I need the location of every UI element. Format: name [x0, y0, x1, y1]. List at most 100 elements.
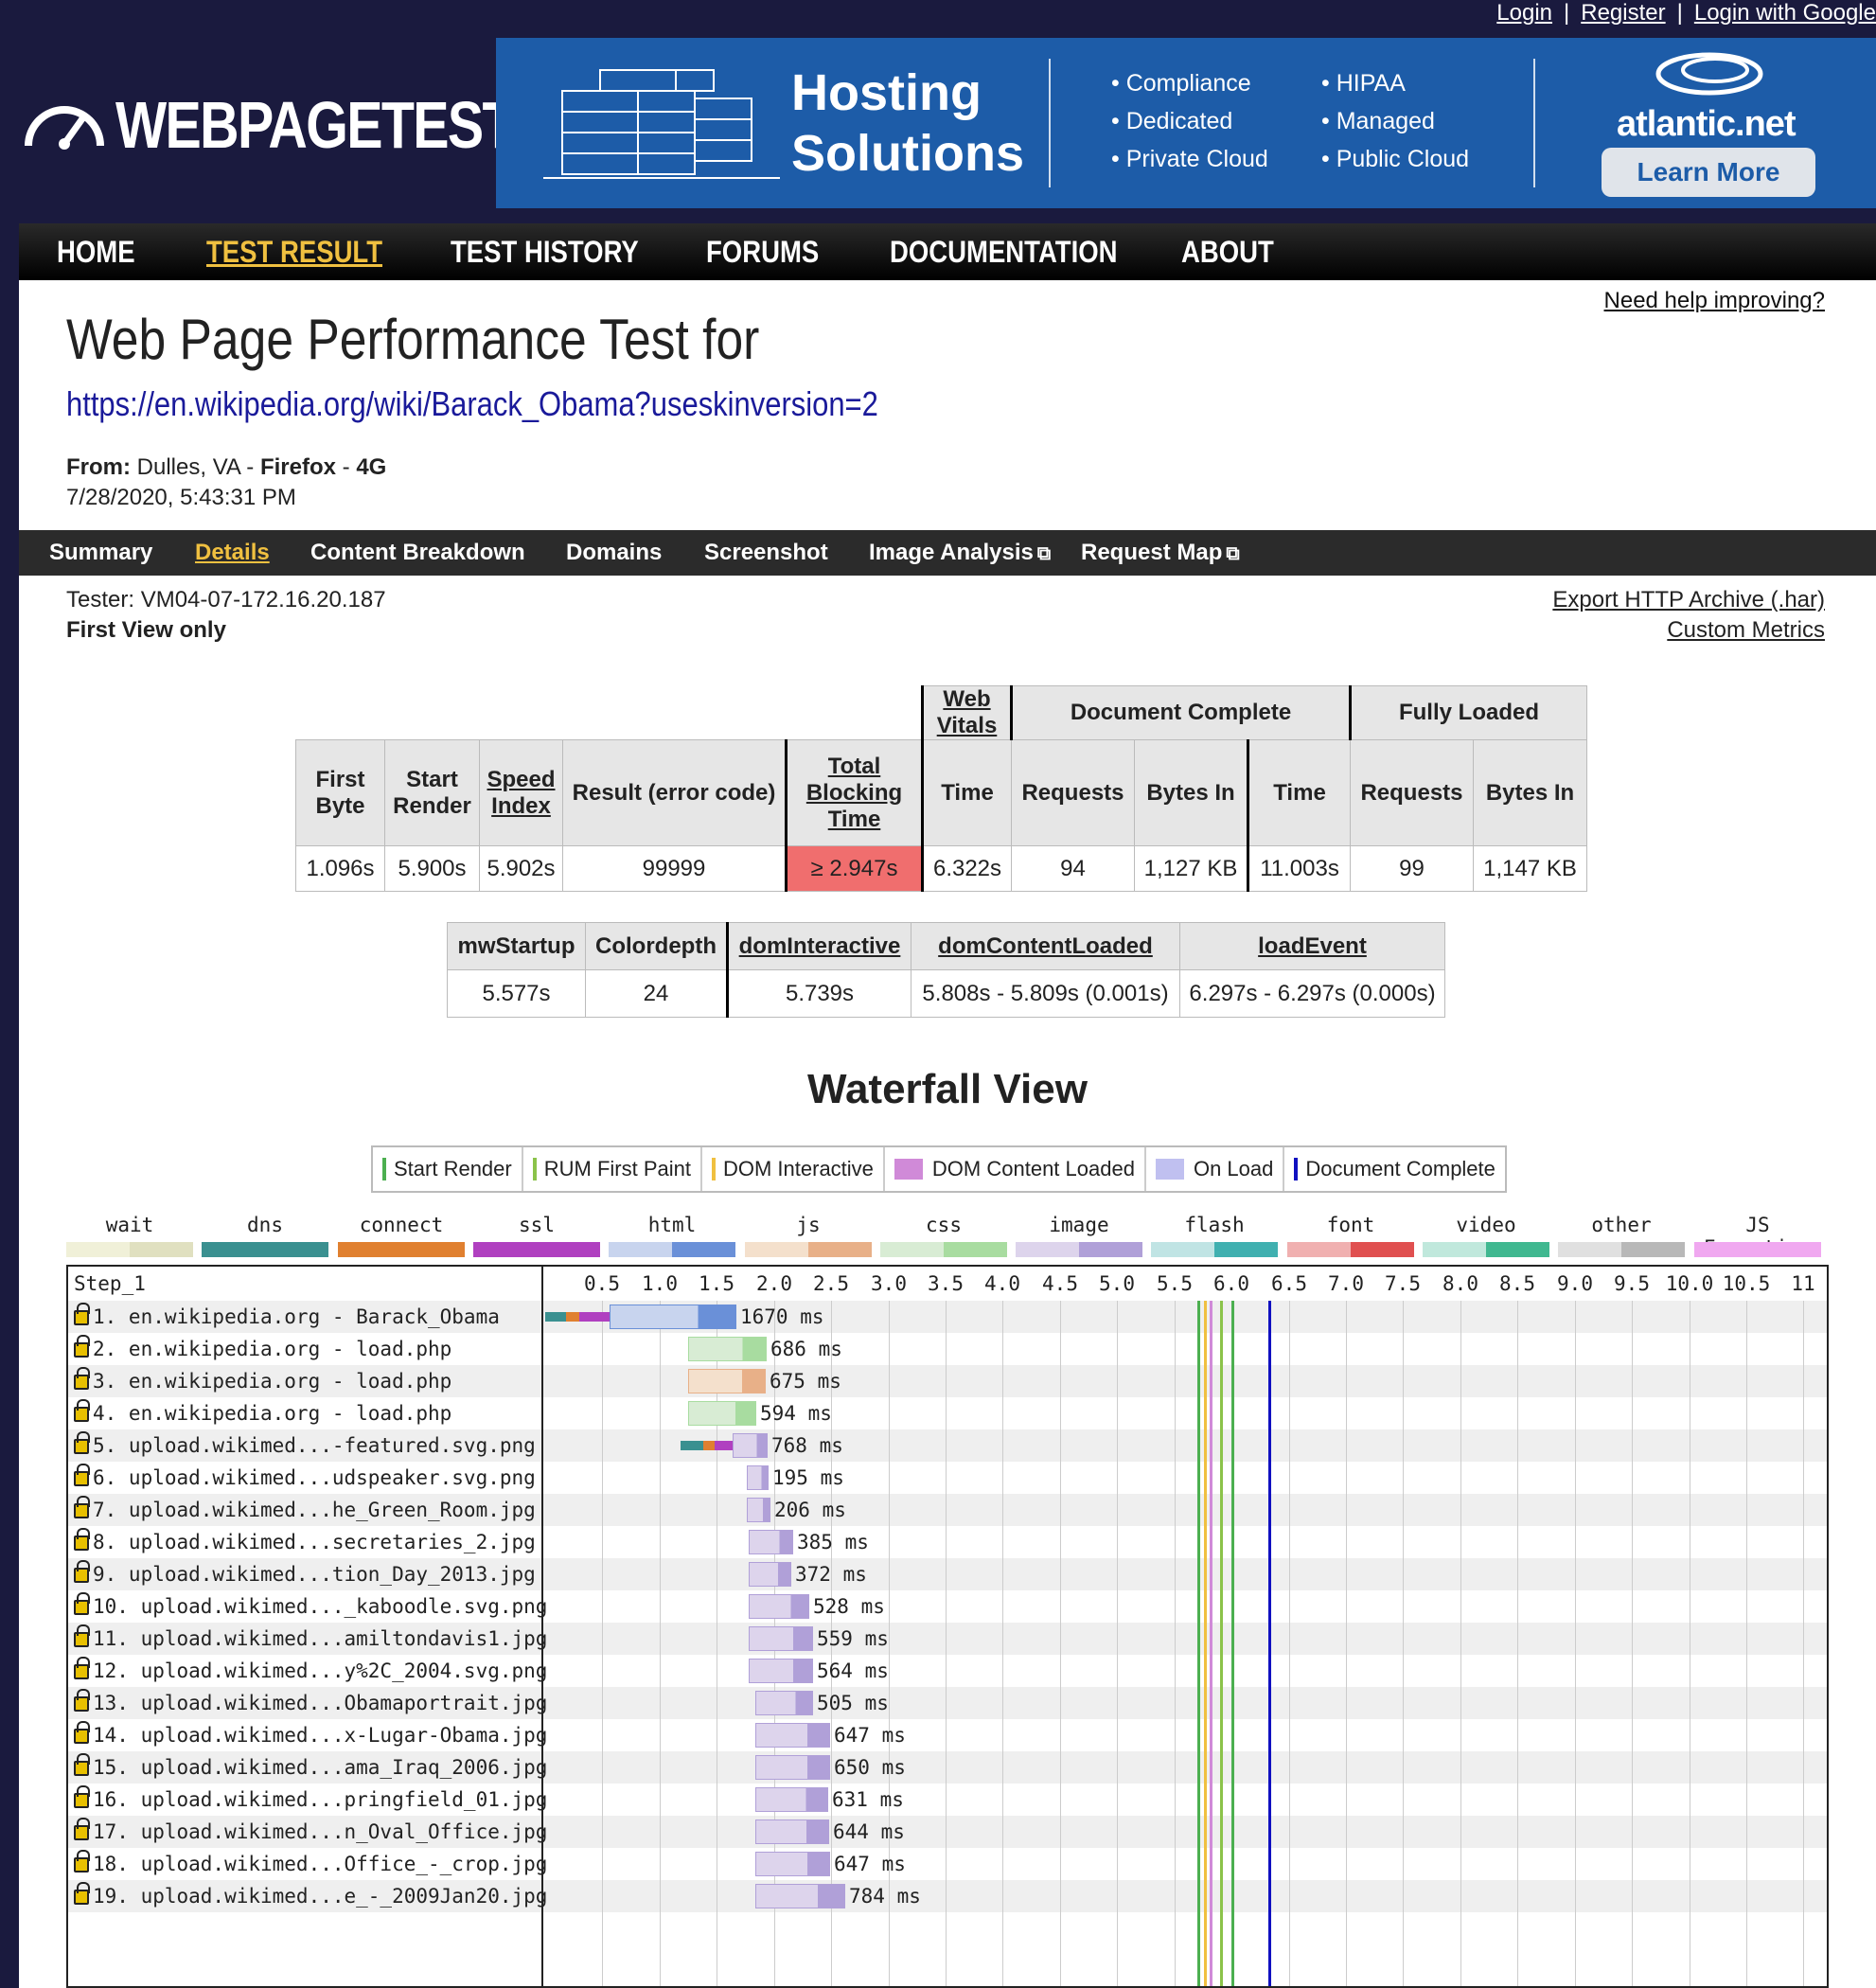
- request-label-wrap: 10. upload.wikimed..._kaboodle.svg.png: [74, 1590, 547, 1623]
- request-label[interactable]: 19. upload.wikimed...e_-_2009Jan20.jpg: [93, 1885, 547, 1908]
- tab-content-breakdown[interactable]: Content Breakdown: [310, 530, 525, 576]
- axis-tick-label: 8.0: [1442, 1272, 1478, 1295]
- export-har-link[interactable]: Export HTTP Archive (.har): [1552, 585, 1825, 615]
- request-row[interactable]: 6. upload.wikimed...udspeaker.svg.png: [68, 1462, 541, 1494]
- request-label[interactable]: 1. en.wikipedia.org - Barack_Obama: [93, 1305, 500, 1328]
- request-label[interactable]: 17. upload.wikimed...n_Oval_Office.jpg: [93, 1820, 547, 1843]
- webpagetest-logo[interactable]: WEBPAGETEST: [21, 87, 516, 163]
- request-row[interactable]: 16. upload.wikimed...pringfield_01.jpg: [68, 1784, 547, 1816]
- col-header[interactable]: Speed Index: [479, 739, 563, 846]
- request-row[interactable]: 2. en.wikipedia.org - load.php: [68, 1333, 541, 1365]
- request-bar[interactable]: [688, 1369, 766, 1393]
- request-label[interactable]: 10. upload.wikimed..._kaboodle.svg.png: [93, 1595, 547, 1618]
- request-bar[interactable]: [688, 1401, 756, 1426]
- request-bar[interactable]: [749, 1626, 813, 1651]
- gridline: [946, 1301, 947, 1986]
- request-label[interactable]: 9. upload.wikimed...tion_Day_2013.jpg: [93, 1563, 536, 1586]
- request-label[interactable]: 13. upload.wikimed...Obamaportrait.jpg: [93, 1692, 547, 1714]
- nav-documentation[interactable]: DOCUMENTATION: [890, 231, 1118, 273]
- tab-image-analysis[interactable]: Image Analysis ⧉: [869, 530, 1051, 577]
- request-label[interactable]: 5. upload.wikimed...-featured.svg.png: [93, 1434, 536, 1457]
- request-bar[interactable]: [755, 1819, 829, 1844]
- tab-screenshot[interactable]: Screenshot: [704, 530, 828, 576]
- request-bar[interactable]: [749, 1530, 793, 1554]
- separator: |: [1676, 0, 1683, 26]
- request-row[interactable]: 11. upload.wikimed...amiltondavis1.jpg: [68, 1623, 547, 1655]
- request-row[interactable]: 14. upload.wikimed...x-Lugar-Obama.jpg: [68, 1719, 547, 1751]
- col-header[interactable]: loadEvent: [1179, 922, 1445, 970]
- request-bar[interactable]: [749, 1562, 791, 1587]
- login-google-link[interactable]: Login with Google: [1694, 0, 1876, 26]
- tab-domains[interactable]: Domains: [566, 530, 662, 576]
- legend-swatch: [532, 1158, 537, 1180]
- request-row[interactable]: 3. en.wikipedia.org - load.php: [68, 1365, 541, 1397]
- web-vitals-header[interactable]: Web Vitals: [921, 685, 1013, 740]
- col-header[interactable]: Total Blocking Time: [785, 739, 924, 846]
- request-label[interactable]: 8. upload.wikimed...secretaries_2.jpg: [93, 1531, 536, 1553]
- learn-more-button[interactable]: Learn More: [1602, 148, 1815, 197]
- tab-details[interactable]: Details: [195, 530, 270, 576]
- type-legend-label: connect: [359, 1214, 444, 1236]
- request-label[interactable]: 16. upload.wikimed...pringfield_01.jpg: [93, 1788, 547, 1811]
- nav-about[interactable]: ABOUT: [1181, 231, 1274, 273]
- cell: 94: [1011, 845, 1135, 892]
- request-label[interactable]: 12. upload.wikimed...y%2C_2004.svg.png: [93, 1660, 547, 1682]
- register-link[interactable]: Register: [1581, 0, 1665, 26]
- request-row[interactable]: 9. upload.wikimed...tion_Day_2013.jpg: [68, 1558, 541, 1590]
- request-bar[interactable]: [733, 1433, 768, 1458]
- col-header[interactable]: domInteractive: [726, 922, 911, 970]
- request-label[interactable]: 2. en.wikipedia.org - load.php: [93, 1338, 451, 1360]
- type-legend-label: dns: [247, 1214, 283, 1236]
- request-bar[interactable]: [755, 1787, 828, 1812]
- request-label[interactable]: 3. en.wikipedia.org - load.php: [93, 1370, 451, 1393]
- request-row[interactable]: 15. upload.wikimed...ama_Iraq_2006.jpg: [68, 1751, 547, 1784]
- col-header[interactable]: domContentLoaded: [911, 922, 1180, 970]
- type-legend-label: flash: [1184, 1214, 1245, 1236]
- request-row[interactable]: 18. upload.wikimed...Office_-_crop.jpg: [68, 1848, 547, 1880]
- request-bar[interactable]: [755, 1723, 830, 1748]
- request-bar[interactable]: [610, 1305, 736, 1329]
- custom-metrics-link[interactable]: Custom Metrics: [1552, 615, 1825, 646]
- tab-request-map[interactable]: Request Map ⧉: [1081, 530, 1240, 577]
- request-row[interactable]: 19. upload.wikimed...e_-_2009Jan20.jpg: [68, 1880, 547, 1912]
- request-label[interactable]: 14. upload.wikimed...x-Lugar-Obama.jpg: [93, 1724, 547, 1747]
- request-label[interactable]: 18. upload.wikimed...Office_-_crop.jpg: [93, 1853, 547, 1875]
- request-row[interactable]: 5. upload.wikimed...-featured.svg.png: [68, 1429, 541, 1462]
- login-link[interactable]: Login: [1496, 0, 1552, 26]
- request-bar[interactable]: [749, 1594, 809, 1619]
- test-url-link[interactable]: https://en.wikipedia.org/wiki/Barack_Oba…: [66, 384, 878, 424]
- request-bar[interactable]: [755, 1852, 830, 1876]
- request-row[interactable]: 12. upload.wikimed...y%2C_2004.svg.png: [68, 1655, 547, 1687]
- request-row[interactable]: 4. en.wikipedia.org - load.php: [68, 1397, 541, 1429]
- request-row[interactable]: 13. upload.wikimed...Obamaportrait.jpg: [68, 1687, 547, 1719]
- nav-home[interactable]: HOME: [57, 231, 135, 273]
- request-row[interactable]: 7. upload.wikimed...he_Green_Room.jpg: [68, 1494, 541, 1526]
- nav-test-result[interactable]: TEST RESULT: [206, 231, 382, 273]
- request-row[interactable]: 10. upload.wikimed..._kaboodle.svg.png: [68, 1590, 547, 1623]
- axis-tick-label: 7.5: [1385, 1272, 1421, 1295]
- request-bar[interactable]: [755, 1755, 830, 1780]
- request-bar[interactable]: [688, 1337, 767, 1361]
- request-bar[interactable]: [749, 1659, 813, 1683]
- request-bar[interactable]: [755, 1884, 845, 1908]
- request-label[interactable]: 11. upload.wikimed...amiltondavis1.jpg: [93, 1627, 547, 1650]
- request-label[interactable]: 15. upload.wikimed...ama_Iraq_2006.jpg: [93, 1756, 547, 1779]
- request-label[interactable]: 4. en.wikipedia.org - load.php: [93, 1402, 451, 1425]
- request-bar[interactable]: [747, 1465, 769, 1490]
- help-link[interactable]: Need help improving?: [1604, 288, 1825, 314]
- test-location: From: Dulles, VA - Firefox - 4G 7/28/202…: [66, 453, 386, 513]
- request-row[interactable]: 17. upload.wikimed...n_Oval_Office.jpg: [68, 1816, 547, 1848]
- request-row[interactable]: 1. en.wikipedia.org - Barack_Obama: [68, 1301, 541, 1333]
- request-label[interactable]: 7. upload.wikimed...he_Green_Room.jpg: [93, 1499, 536, 1521]
- cell: 6.297s - 6.297s (0.000s): [1179, 969, 1445, 1018]
- request-bar-segment: [715, 1441, 733, 1450]
- hosting-advertisement[interactable]: HostingSolutions Compliance Dedicated Pr…: [496, 38, 1876, 208]
- request-row[interactable]: 8. upload.wikimed...secretaries_2.jpg: [68, 1526, 541, 1558]
- nav-forums[interactable]: FORUMS: [706, 231, 819, 273]
- request-label[interactable]: 6. upload.wikimed...udspeaker.svg.png: [93, 1466, 536, 1489]
- request-bar[interactable]: [747, 1498, 770, 1522]
- request-bar[interactable]: [755, 1691, 813, 1715]
- type-legend-label: video: [1456, 1214, 1516, 1236]
- nav-test-history[interactable]: TEST HISTORY: [451, 231, 639, 273]
- tab-summary[interactable]: Summary: [49, 530, 152, 576]
